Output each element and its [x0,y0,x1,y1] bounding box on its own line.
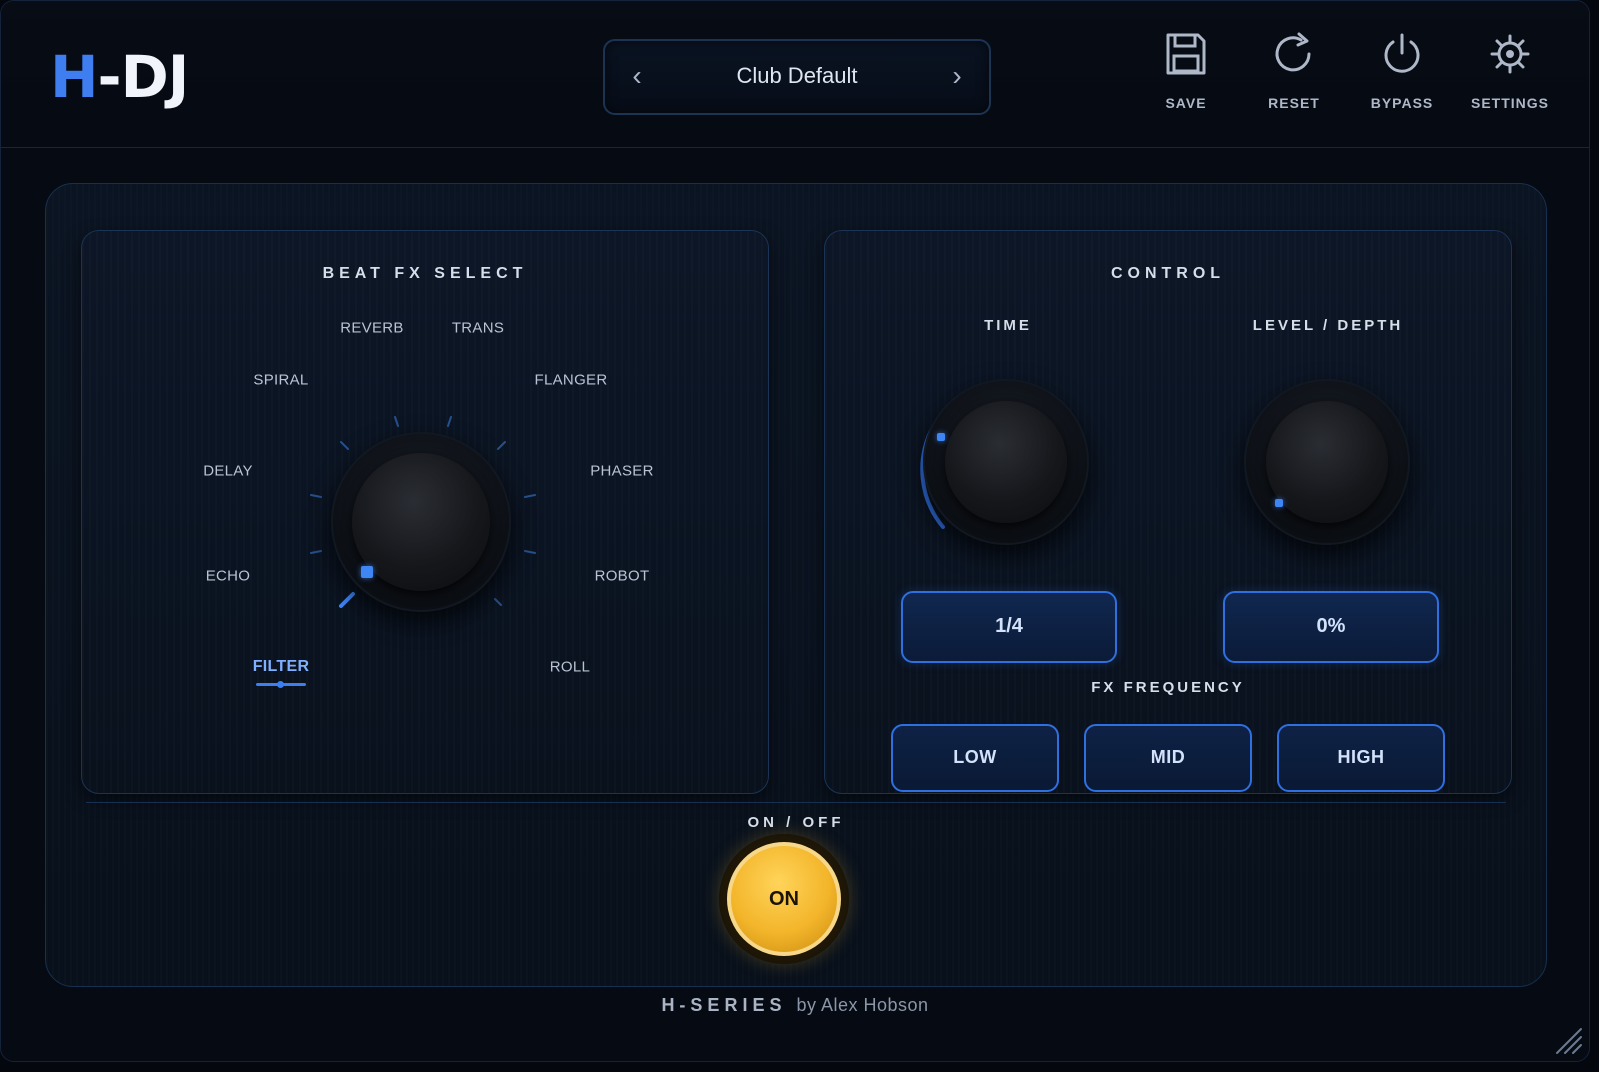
power-icon [1384,33,1420,73]
footer: H-SERIES by Alex Hobson [1,995,1589,1016]
gear-icon [1490,34,1530,74]
fx-spiral[interactable]: SPIRAL [253,372,308,389]
time-label: TIME [984,317,1032,334]
save-icon [1166,33,1206,75]
time-knob-cap [945,401,1067,523]
fx-roll[interactable]: ROLL [550,659,590,676]
author-credit: by Alex Hobson [796,995,929,1015]
on-off-label: ON / OFF [747,814,845,831]
section-divider [86,802,1506,803]
save-label: SAVE [1165,95,1207,111]
reset-button[interactable]: RESET [1248,31,1340,111]
reset-icon [1275,32,1311,72]
level-knob-indicator [1275,499,1283,507]
control-panel: CONTROL TIME LEVEL / DEPTH 1/4 0% FX FRE… [824,230,1512,794]
save-button[interactable]: SAVE [1140,31,1232,111]
fx-echo[interactable]: ECHO [206,568,251,585]
power-button-label: ON [727,842,841,956]
time-value-button[interactable]: 1/4 [901,591,1117,663]
beat-fx-knob-indicator [361,566,373,578]
settings-label: SETTINGS [1470,95,1549,111]
freq-mid-button[interactable]: MID [1084,724,1252,792]
level-depth-knob[interactable] [1244,379,1410,545]
level-value-button[interactable]: 0% [1223,591,1439,663]
power-button[interactable]: ON [719,834,849,964]
reset-label: RESET [1268,95,1320,111]
chevron-right-icon[interactable]: › [942,61,972,91]
fx-phaser[interactable]: PHASER [590,463,654,480]
plugin-window: H-DJ ‹ Club Default › SAVE RESET BYPASS … [0,0,1590,1062]
beat-fx-knob[interactable] [331,432,511,612]
resize-grip-icon[interactable] [1551,1023,1585,1057]
app-logo: H-DJ [50,43,189,111]
bypass-label: BYPASS [1370,95,1434,111]
fx-delay[interactable]: DELAY [203,463,253,480]
settings-button[interactable]: SETTINGS [1464,31,1556,111]
fx-frequency-label: FX FREQUENCY [1091,679,1245,696]
main-panel: BEAT FX SELECT REVERB TRANS SPIRAL FLANG… [45,183,1547,987]
time-knob[interactable] [923,379,1089,545]
level-depth-label: LEVEL / DEPTH [1252,317,1404,334]
beat-fx-panel: BEAT FX SELECT REVERB TRANS SPIRAL FLANG… [81,230,769,794]
header: H-DJ ‹ Club Default › SAVE RESET BYPASS … [1,1,1589,148]
fx-robot[interactable]: ROBOT [595,568,650,585]
fx-filter[interactable]: FILTER [253,658,310,676]
bypass-button[interactable]: BYPASS [1356,31,1448,111]
control-title: CONTROL [1110,265,1226,282]
series-name: H-SERIES [661,995,787,1015]
time-knob-indicator [937,433,945,441]
fx-trans[interactable]: TRANS [452,320,504,337]
freq-low-button[interactable]: LOW [891,724,1059,792]
preset-selector: ‹ Club Default › [603,39,991,115]
level-knob-cap [1266,401,1388,523]
fx-reverb[interactable]: REVERB [340,320,404,337]
freq-high-button[interactable]: HIGH [1277,724,1445,792]
selected-indicator [256,681,306,688]
fx-flanger[interactable]: FLANGER [535,372,608,389]
preset-name[interactable]: Club Default [605,63,989,89]
beat-fx-title: BEAT FX SELECT [322,265,528,282]
